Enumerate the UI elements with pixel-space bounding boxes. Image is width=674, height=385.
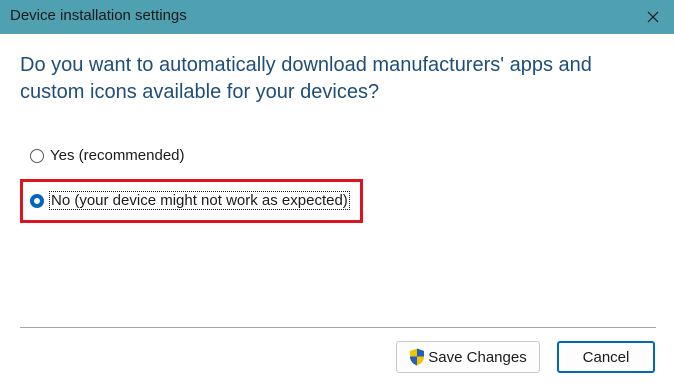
- radio-label-no: No (your device might not work as expect…: [49, 191, 350, 210]
- title-bar: Device installation settings: [0, 0, 674, 34]
- close-icon: [647, 11, 659, 23]
- radio-button-no[interactable]: [30, 193, 44, 208]
- radio-option-yes[interactable]: Yes (recommended): [30, 147, 185, 164]
- dialog-window: Device installation settings Do you want…: [0, 0, 674, 385]
- window-title: Device installation settings: [10, 7, 187, 24]
- close-button[interactable]: [640, 4, 666, 30]
- uac-shield-icon: [410, 348, 425, 366]
- save-changes-button[interactable]: Save Changes: [396, 341, 540, 373]
- radio-option-no[interactable]: No (your device might not work as expect…: [30, 191, 350, 210]
- footer-divider: [20, 327, 656, 328]
- cancel-label: Cancel: [582, 348, 630, 366]
- radio-label-yes: Yes (recommended): [50, 147, 185, 164]
- question-text: Do you want to automatically download ma…: [20, 54, 592, 103]
- radio-button-yes[interactable]: [30, 148, 44, 163]
- cancel-button[interactable]: Cancel: [557, 341, 655, 373]
- save-changes-label: Save Changes: [428, 348, 527, 366]
